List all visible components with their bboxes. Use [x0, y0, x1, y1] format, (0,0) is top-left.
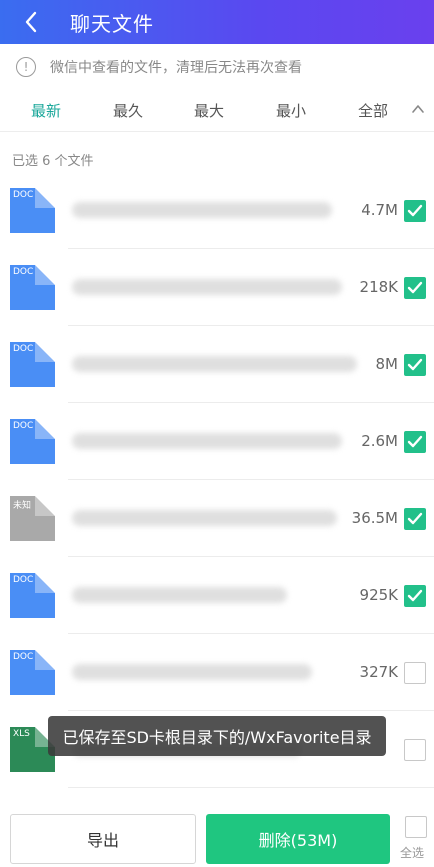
file-size: 925K	[359, 586, 398, 604]
file-name-redacted	[72, 664, 312, 680]
file-size: 218K	[359, 278, 398, 296]
file-name-redacted	[72, 202, 332, 218]
file-row[interactable]: DOC 2.6M	[0, 403, 434, 480]
file-size: 8M	[375, 355, 399, 373]
file-type-icon: DOC	[10, 573, 55, 618]
file-row[interactable]: DOC 218K	[0, 249, 434, 326]
export-button[interactable]: 导出	[10, 814, 196, 864]
checkmark-icon	[407, 204, 423, 217]
row-divider	[68, 787, 434, 788]
file-type-label: DOC	[13, 652, 34, 662]
file-name-redacted	[72, 510, 337, 526]
chevron-up-icon[interactable]	[410, 101, 426, 117]
bottom-action-bar: 导出 删除(53M) 全选	[0, 806, 434, 867]
file-type-icon: DOC	[10, 188, 55, 233]
checkmark-icon	[407, 435, 423, 448]
file-type-label: XLS	[13, 729, 30, 739]
tab-largest[interactable]: 最大	[194, 100, 224, 121]
file-checkbox[interactable]	[404, 200, 426, 222]
file-size: 36.5M	[351, 509, 398, 527]
file-type-icon: DOC	[10, 265, 55, 310]
back-arrow-icon	[25, 11, 37, 33]
info-icon: !	[16, 57, 36, 77]
file-type-label: DOC	[13, 344, 34, 354]
checkmark-icon	[407, 281, 423, 294]
tab-all[interactable]: 全部	[358, 100, 388, 121]
file-type-label: DOC	[13, 421, 34, 431]
file-checkbox[interactable]	[404, 354, 426, 376]
tab-smallest[interactable]: 最小	[276, 100, 306, 121]
file-row[interactable]: DOC 925K	[0, 557, 434, 634]
back-button[interactable]	[0, 0, 70, 44]
delete-button[interactable]: 删除(53M)	[206, 814, 390, 864]
notice-text: 微信中查看的文件，清理后无法再次查看	[50, 60, 302, 76]
file-checkbox[interactable]	[404, 585, 426, 607]
file-name-redacted	[72, 587, 287, 603]
file-checkbox[interactable]	[404, 508, 426, 530]
tab-newest[interactable]: 最新	[31, 100, 61, 121]
file-checkbox[interactable]	[404, 277, 426, 299]
file-size: 4.7M	[361, 201, 398, 219]
file-row[interactable]: DOC 8M	[0, 326, 434, 403]
tab-oldest[interactable]: 最久	[113, 100, 143, 121]
checkmark-icon	[407, 512, 423, 525]
file-checkbox[interactable]	[404, 662, 426, 684]
file-type-label: DOC	[13, 190, 34, 200]
cleanup-notice: ! 微信中查看的文件，清理后无法再次查看	[0, 44, 434, 90]
select-all-label: 全选	[400, 846, 425, 860]
sort-tabs: 最新 最久 最大 最小 全部	[0, 90, 434, 132]
file-checkbox[interactable]	[404, 431, 426, 453]
app-header: 聊天文件	[0, 0, 434, 44]
file-type-label: DOC	[13, 267, 34, 277]
checkmark-icon	[407, 589, 423, 602]
file-type-icon: DOC	[10, 650, 55, 695]
select-all-checkbox[interactable]	[405, 816, 427, 838]
file-row[interactable]: DOC 327K	[0, 634, 434, 711]
file-name-redacted	[72, 279, 342, 295]
file-name-redacted	[72, 433, 342, 449]
file-type-label: DOC	[13, 575, 34, 585]
file-row[interactable]: 未知 36.5M	[0, 480, 434, 557]
file-size: 2.6M	[361, 432, 398, 450]
file-type-icon: DOC	[10, 419, 55, 464]
file-type-label: 未知	[13, 501, 32, 511]
file-type-icon: DOC	[10, 342, 55, 387]
file-name-redacted	[72, 356, 357, 372]
file-type-icon: 未知	[10, 496, 55, 541]
page-title: 聊天文件	[70, 11, 154, 36]
file-checkbox[interactable]	[404, 739, 426, 761]
toast-message: 已保存至SD卡根目录下的/WxFavorite目录	[48, 716, 386, 756]
checkmark-icon	[407, 358, 423, 371]
file-row[interactable]: DOC 4.7M	[0, 172, 434, 249]
file-size: 327K	[359, 663, 398, 681]
selected-count: 已选 6 个文件	[12, 154, 94, 169]
